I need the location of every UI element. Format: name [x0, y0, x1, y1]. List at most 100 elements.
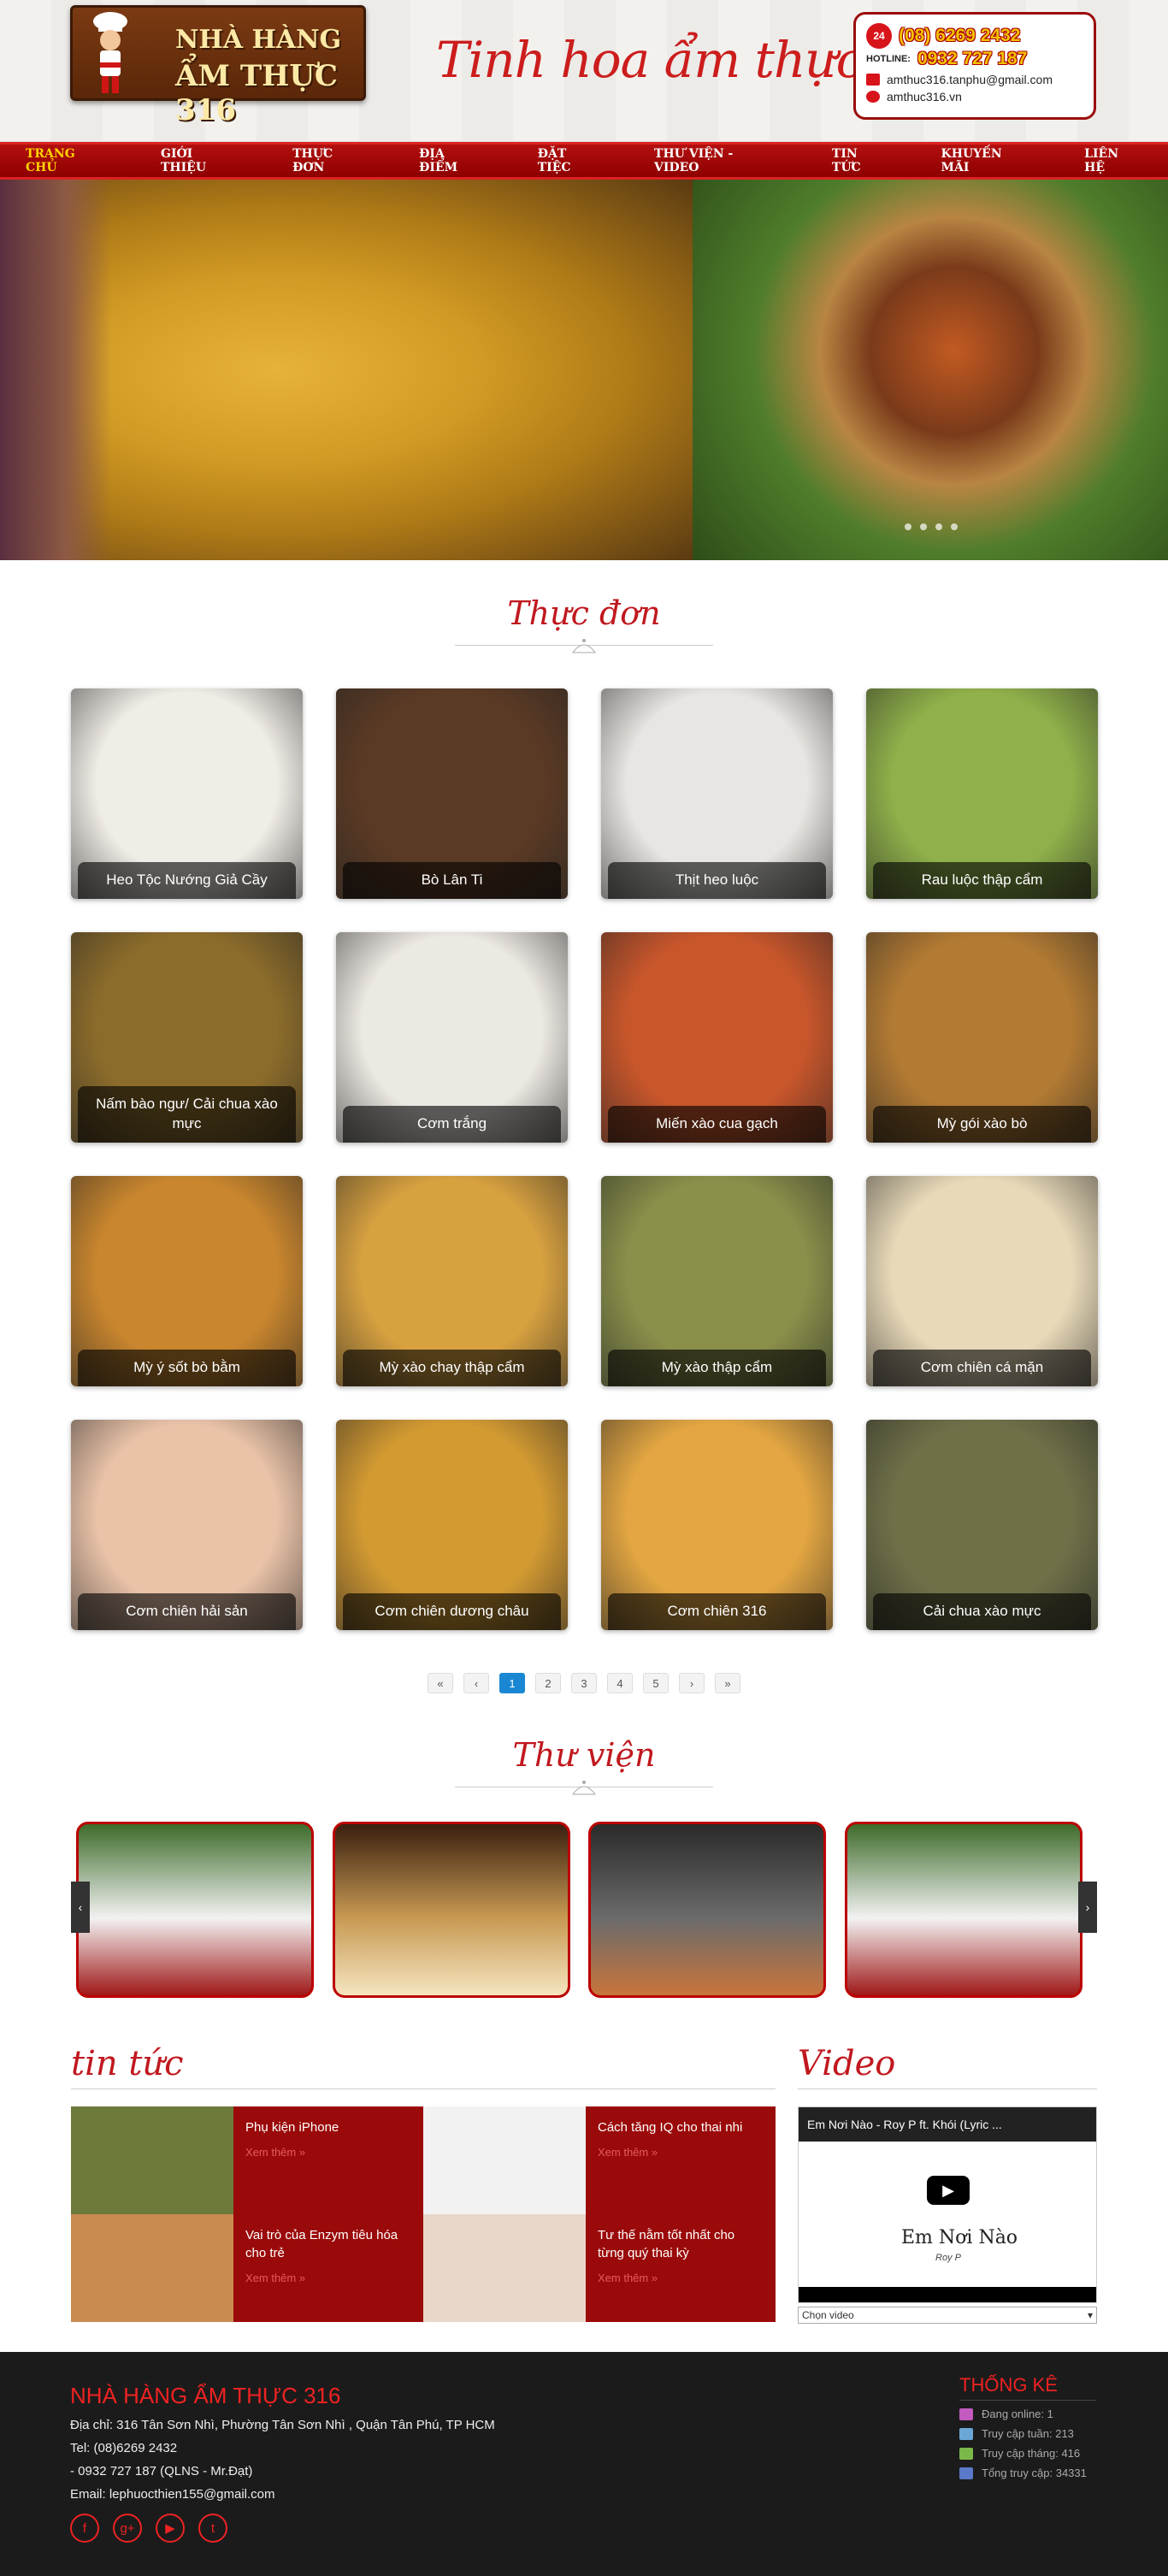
nav-item[interactable]: GIỚI THIỆU — [135, 147, 267, 174]
news-thumbnail[interactable] — [423, 2214, 586, 2322]
library-photo[interactable] — [588, 1822, 826, 1998]
news-read-more-link[interactable]: Xem thêm » — [598, 2145, 764, 2160]
menu-item-card[interactable]: Cơm chiên cá mặn — [866, 1176, 1098, 1386]
slider-dot[interactable] — [951, 523, 958, 530]
contact-website[interactable]: amthuc316.vn — [887, 90, 962, 103]
menu-item-card[interactable]: Mỳ gói xào bò — [866, 932, 1098, 1143]
nav-item[interactable]: THƯ VIỆN - VIDEO — [628, 147, 806, 174]
pager-button[interactable]: « — [428, 1673, 453, 1693]
stat-icon — [959, 2467, 973, 2479]
menu-item-card[interactable]: Mỳ xào chay thập cẩm — [336, 1176, 568, 1386]
video-caption: Em Nơi Nào - Roy P ft. Khói (Lyric ... — [799, 2107, 1096, 2142]
news-item[interactable]: Phụ kiện iPhone Xem thêm » — [71, 2106, 423, 2214]
news-read-more-link[interactable]: Xem thêm » — [245, 2271, 411, 2286]
pager-button[interactable]: 5 — [643, 1673, 669, 1693]
library-photo[interactable] — [845, 1822, 1082, 1998]
stats-title: THỐNG KÊ — [959, 2374, 1058, 2396]
pager-button[interactable]: 2 — [535, 1673, 561, 1693]
pager-button[interactable]: 4 — [607, 1673, 633, 1693]
menu-item-name: Bò Lân Ti — [343, 862, 561, 899]
news-thumbnail[interactable] — [71, 2106, 233, 2214]
stat-label: Truy cập tháng: 416 — [982, 2447, 1081, 2460]
menu-item-card[interactable]: Mỳ ý sốt bò bằm — [71, 1176, 303, 1386]
library-photo[interactable] — [76, 1822, 314, 1998]
menu-item-name: Mỳ xào thập cẩm — [608, 1350, 826, 1386]
slider-dot[interactable] — [920, 523, 927, 530]
logo[interactable]: NHÀ HÀNG ẨM THỰC 316 — [70, 5, 366, 127]
menu-item-name: Cơm trắng — [343, 1106, 561, 1143]
footer-brand: NHÀ HÀNG ẨM THỰC 316 — [70, 2383, 341, 2408]
menu-item-card[interactable]: Cơm trắng — [336, 932, 568, 1143]
video-select-value: Chọn video — [802, 2309, 854, 2321]
news-title[interactable]: Vai trò của Enzym tiêu hóa cho trẻ — [245, 2226, 411, 2262]
logo-line-1: NHÀ HÀNG — [175, 25, 342, 55]
twitter-icon[interactable]: t — [198, 2514, 227, 2543]
nav-item[interactable]: THỰC ĐƠN — [267, 147, 393, 174]
news-thumbnail[interactable] — [71, 2214, 233, 2322]
pager-button[interactable]: › — [679, 1673, 705, 1693]
video-player[interactable]: Em Nơi Nào - Roy P ft. Khói (Lyric ... ▶… — [798, 2106, 1097, 2303]
nav-item[interactable]: ĐỊA ĐIỂM — [393, 147, 512, 174]
logo-line-2: ẨM THỰC 316 — [175, 59, 338, 127]
phone-hotline[interactable]: 0932 727 187 — [917, 49, 1027, 69]
news-read-more-link[interactable]: Xem thêm » — [245, 2145, 411, 2160]
menu-item-card[interactable]: Bò Lân Ti — [336, 688, 568, 899]
stats-panel: THỐNG KÊ Đang online: 1 Truy cập tuần: 21… — [959, 2374, 1096, 2479]
pager-button[interactable]: » — [715, 1673, 740, 1693]
news-title[interactable]: Phụ kiện iPhone — [245, 2118, 411, 2136]
nav-item[interactable]: TIN TỨC — [806, 147, 916, 174]
carousel-next-arrow[interactable]: › — [1078, 1882, 1097, 1933]
menu-item-card[interactable]: Cơm chiên hải sản — [71, 1420, 303, 1630]
video-select[interactable]: Chọn video ▾ — [798, 2307, 1097, 2324]
menu-item-card[interactable]: Thịt heo luộc — [601, 688, 833, 899]
nav-item[interactable]: TRANG CHỦ — [0, 147, 135, 174]
news-item[interactable]: Vai trò của Enzym tiêu hóa cho trẻ Xem th… — [71, 2214, 423, 2322]
menu-item-name: Rau luộc thập cẩm — [873, 862, 1091, 899]
menu-item-card[interactable]: Mỳ xào thập cẩm — [601, 1176, 833, 1386]
news-text: Vai trò của Enzym tiêu hóa cho trẻ Xem th… — [233, 2214, 423, 2322]
pager-button[interactable]: 3 — [571, 1673, 597, 1693]
menu-item-card[interactable]: Miến xào cua gạch — [601, 932, 833, 1143]
library-photo[interactable] — [333, 1822, 570, 1998]
menu-item-name: Nấm bào ngư/ Cải chua xào mực — [78, 1086, 296, 1143]
menu-item-card[interactable]: Rau luộc thập cẩm — [866, 688, 1098, 899]
menu-item-card[interactable]: Heo Tộc Nướng Giả Cầy — [71, 688, 303, 899]
news-item[interactable]: Cách tăng IQ cho thai nhi Xem thêm » — [423, 2106, 776, 2214]
play-icon[interactable]: ▶ — [927, 2176, 970, 2205]
menu-item-card[interactable]: Cơm chiên 316 — [601, 1420, 833, 1630]
menu-item-card[interactable]: Cơm chiên dương châu — [336, 1420, 568, 1630]
menu-item-card[interactable]: Nấm bào ngư/ Cải chua xào mực — [71, 932, 303, 1143]
pager-button[interactable]: 1 — [499, 1673, 525, 1693]
menu-item-card[interactable]: Cải chua xào mực — [866, 1420, 1098, 1630]
footer-address: Địa chỉ: 316 Tân Sơn Nhì, Phường Tân Sơn… — [70, 2418, 495, 2432]
hero-slider[interactable] — [0, 180, 1168, 560]
nav-item[interactable]: LIÊN HỆ — [1059, 147, 1168, 174]
nav-item[interactable]: ĐẶT TIỆC — [512, 147, 628, 174]
video-section-title: Video — [798, 2044, 896, 2083]
news-title[interactable]: Cách tăng IQ cho thai nhi — [598, 2118, 764, 2136]
news-read-more-link[interactable]: Xem thêm » — [598, 2271, 764, 2286]
news-section-title: tin tức — [71, 2044, 184, 2083]
news-thumbnail[interactable] — [423, 2106, 586, 2214]
chef-mascot-icon — [93, 12, 127, 93]
slider-dots[interactable] — [905, 523, 958, 530]
contact-email[interactable]: amthuc316.tanphu@gmail.com — [887, 73, 1053, 86]
menu-item-name: Miến xào cua gạch — [608, 1106, 826, 1143]
slider-dot[interactable] — [905, 523, 911, 530]
carousel-prev-arrow[interactable]: ‹ — [71, 1882, 90, 1933]
news-item[interactable]: Tư thế nằm tốt nhất cho từng quý thai kỳ… — [423, 2214, 776, 2322]
menu-item-name: Heo Tộc Nướng Giả Cầy — [78, 862, 296, 899]
youtube-icon[interactable]: ▶ — [156, 2514, 185, 2543]
nav-item[interactable]: KHUYẾN MÃI — [916, 147, 1059, 174]
video-inner-title: Em Nơi Nào — [901, 2227, 1018, 2248]
news-title[interactable]: Tư thế nằm tốt nhất cho từng quý thai kỳ — [598, 2226, 764, 2262]
stat-label: Đang online: 1 — [982, 2408, 1053, 2420]
stat-label: Truy cập tuần: 213 — [982, 2427, 1074, 2440]
stat-label: Tổng truy cập: 34331 — [982, 2467, 1087, 2479]
facebook-icon[interactable]: f — [70, 2514, 99, 2543]
pager-button[interactable]: ‹ — [463, 1673, 489, 1693]
google-plus-icon[interactable]: g+ — [113, 2514, 142, 2543]
phone-primary[interactable]: (08) 6269 2432 — [899, 26, 1020, 46]
slider-dot[interactable] — [935, 523, 942, 530]
title-ornament — [455, 1779, 713, 1796]
